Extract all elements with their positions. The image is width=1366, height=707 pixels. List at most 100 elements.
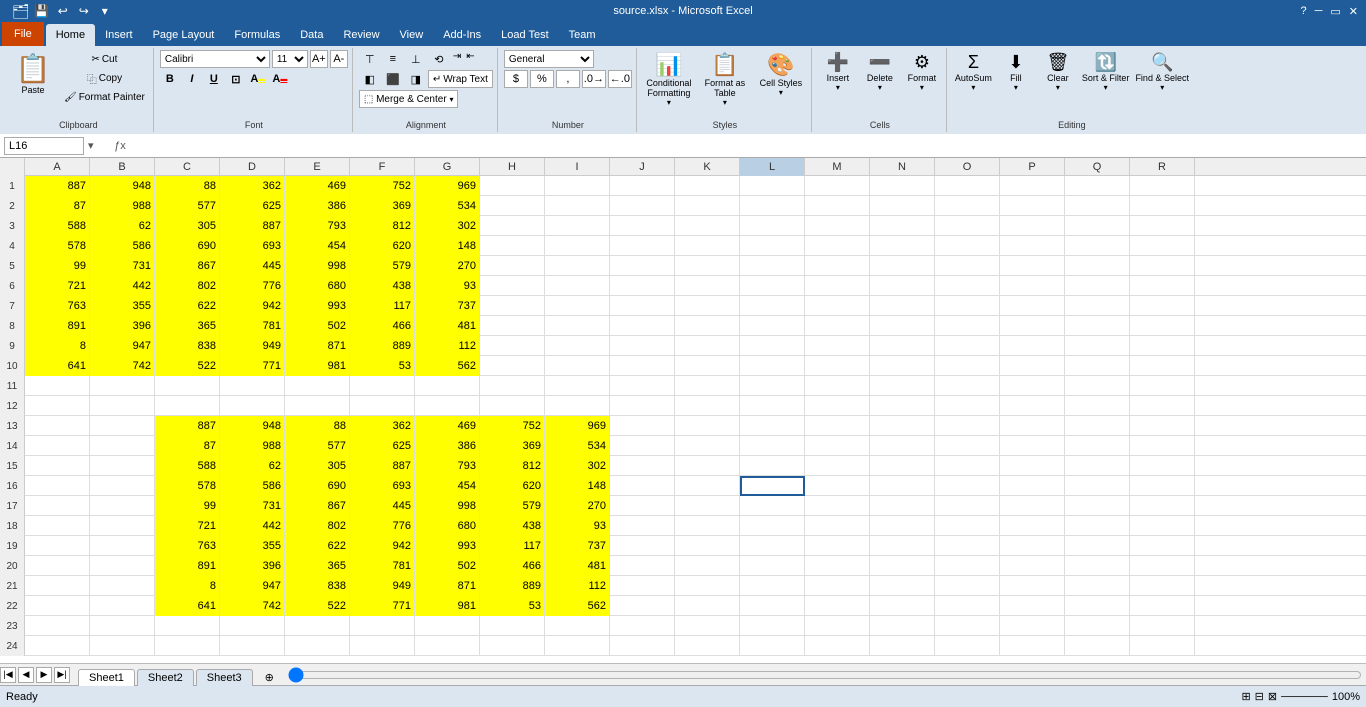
sheet-tab-3[interactable]: Sheet3 xyxy=(196,669,253,686)
cell[interactable] xyxy=(610,596,675,616)
cell[interactable]: 889 xyxy=(480,576,545,596)
cell[interactable]: 993 xyxy=(285,296,350,316)
cell[interactable] xyxy=(610,456,675,476)
cell[interactable]: 534 xyxy=(415,196,480,216)
cell[interactable] xyxy=(1130,536,1195,556)
cell[interactable] xyxy=(805,336,870,356)
cell[interactable] xyxy=(610,516,675,536)
fill-btn[interactable]: ⬇ Fill ▾ xyxy=(996,50,1036,94)
cell[interactable] xyxy=(935,516,1000,536)
cell[interactable] xyxy=(675,236,740,256)
cell[interactable] xyxy=(740,396,805,416)
cell[interactable] xyxy=(220,616,285,636)
cell[interactable] xyxy=(675,296,740,316)
cell[interactable]: 737 xyxy=(545,536,610,556)
cell[interactable] xyxy=(610,436,675,456)
cell[interactable] xyxy=(1065,536,1130,556)
cell[interactable]: 522 xyxy=(285,596,350,616)
cell[interactable] xyxy=(610,296,675,316)
cell[interactable] xyxy=(1065,316,1130,336)
cell[interactable] xyxy=(740,256,805,276)
cell[interactable]: 887 xyxy=(155,416,220,436)
cell[interactable] xyxy=(1130,356,1195,376)
cell[interactable]: 355 xyxy=(90,296,155,316)
tab-team[interactable]: Team xyxy=(559,24,606,46)
cell[interactable] xyxy=(870,556,935,576)
sheet-tab-2[interactable]: Sheet2 xyxy=(137,669,194,686)
cell[interactable] xyxy=(1130,416,1195,436)
cell[interactable] xyxy=(740,596,805,616)
cell[interactable] xyxy=(675,316,740,336)
cell[interactable]: 793 xyxy=(285,216,350,236)
increase-font-btn[interactable]: A+ xyxy=(310,50,328,68)
cell[interactable] xyxy=(675,396,740,416)
cell[interactable]: 947 xyxy=(220,576,285,596)
cell[interactable] xyxy=(870,616,935,636)
cell[interactable] xyxy=(805,216,870,236)
cell[interactable]: 812 xyxy=(480,456,545,476)
cell[interactable] xyxy=(545,176,610,196)
text-angle-btn[interactable]: ⟲ xyxy=(428,50,450,68)
col-header-h[interactable]: H xyxy=(480,158,545,176)
delete-btn[interactable]: ➖ Delete ▾ xyxy=(860,50,900,94)
cell[interactable] xyxy=(870,456,935,476)
cell[interactable]: 148 xyxy=(545,476,610,496)
conditional-formatting-btn[interactable]: 📊 Conditional Formatting ▾ xyxy=(643,50,695,109)
cell[interactable] xyxy=(740,196,805,216)
horizontal-scrollbar[interactable] xyxy=(288,668,1362,682)
col-header-e[interactable]: E xyxy=(285,158,350,176)
cell[interactable] xyxy=(90,516,155,536)
prev-sheet-btn[interactable]: ◀ xyxy=(18,667,34,683)
tab-data[interactable]: Data xyxy=(290,24,333,46)
cell[interactable] xyxy=(935,496,1000,516)
cell[interactable]: 622 xyxy=(285,536,350,556)
cell[interactable] xyxy=(1000,296,1065,316)
cell[interactable] xyxy=(870,476,935,496)
cell[interactable] xyxy=(935,596,1000,616)
cell[interactable] xyxy=(675,596,740,616)
cell[interactable] xyxy=(1000,416,1065,436)
cell[interactable]: 891 xyxy=(155,556,220,576)
cell[interactable]: 620 xyxy=(480,476,545,496)
format-as-table-btn[interactable]: 📋 Format as Table ▾ xyxy=(699,50,751,109)
cell[interactable] xyxy=(1065,616,1130,636)
cell[interactable]: 731 xyxy=(90,256,155,276)
cell[interactable]: 867 xyxy=(155,256,220,276)
cell[interactable] xyxy=(1065,336,1130,356)
cell[interactable] xyxy=(1000,476,1065,496)
cell[interactable]: 396 xyxy=(90,316,155,336)
cell[interactable] xyxy=(740,276,805,296)
cell[interactable] xyxy=(1065,476,1130,496)
cell[interactable] xyxy=(1130,616,1195,636)
cell[interactable] xyxy=(1000,456,1065,476)
cell[interactable]: 871 xyxy=(415,576,480,596)
cell[interactable]: 948 xyxy=(220,416,285,436)
cell[interactable]: 502 xyxy=(415,556,480,576)
cell[interactable] xyxy=(25,436,90,456)
cell[interactable] xyxy=(1000,276,1065,296)
save-btn[interactable]: 💾 xyxy=(33,2,51,20)
cell[interactable] xyxy=(155,376,220,396)
cell[interactable] xyxy=(1000,396,1065,416)
col-header-r[interactable]: R xyxy=(1130,158,1195,176)
cell[interactable]: 988 xyxy=(220,436,285,456)
cell[interactable] xyxy=(935,436,1000,456)
cell[interactable] xyxy=(1000,596,1065,616)
cell[interactable] xyxy=(740,356,805,376)
cell[interactable] xyxy=(870,496,935,516)
cell[interactable] xyxy=(480,636,545,656)
cell[interactable]: 578 xyxy=(155,476,220,496)
cell[interactable] xyxy=(740,496,805,516)
cell[interactable]: 721 xyxy=(25,276,90,296)
cell[interactable] xyxy=(870,176,935,196)
cell[interactable] xyxy=(1065,576,1130,596)
fill-color-btn[interactable]: A▬ xyxy=(248,70,268,88)
cell-styles-btn[interactable]: 🎨 Cell Styles ▾ xyxy=(755,50,807,99)
cell[interactable]: 771 xyxy=(220,356,285,376)
autosum-btn[interactable]: Σ AutoSum ▾ xyxy=(953,50,994,94)
comma-btn[interactable]: , xyxy=(556,70,580,88)
cell[interactable]: 942 xyxy=(350,536,415,556)
cell[interactable] xyxy=(25,636,90,656)
decrease-decimal-btn[interactable]: ←.0 xyxy=(608,70,632,88)
cell[interactable] xyxy=(1130,496,1195,516)
